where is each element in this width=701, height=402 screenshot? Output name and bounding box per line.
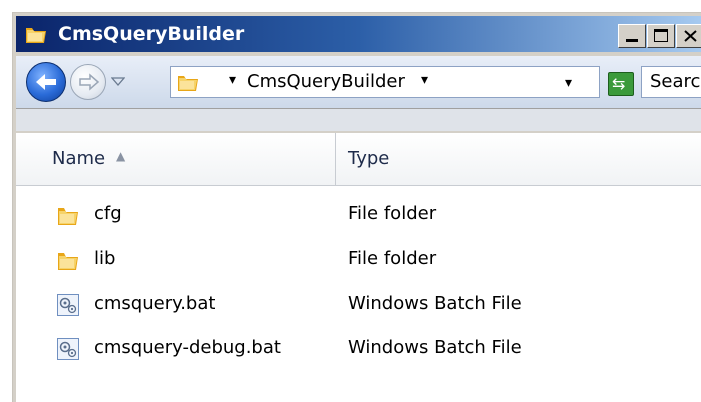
address-history-dropdown-icon[interactable]: ▾: [565, 75, 572, 91]
column-headers: Name ▲ Type: [16, 133, 701, 186]
close-icon: [684, 30, 697, 42]
folder-icon: [26, 28, 46, 43]
refresh-icon: ⇆: [612, 74, 626, 93]
column-header-label: Name: [52, 148, 106, 169]
column-header-type[interactable]: Type: [336, 133, 701, 185]
maximize-button[interactable]: [647, 24, 675, 48]
minimize-button[interactable]: [618, 24, 646, 48]
sort-ascending-icon: ▲: [116, 149, 126, 163]
file-name: cmsquery.bat: [94, 293, 216, 314]
breadcrumb-item[interactable]: CmsQueryBuilder: [247, 71, 405, 92]
file-name: cfg: [94, 203, 122, 224]
explorer-window: CmsQueryBuilder ▾ CmsQueryBuilder ▾ ▾ ⇆ …: [12, 12, 701, 402]
file-type: Windows Batch File: [348, 293, 522, 314]
file-type: Windows Batch File: [348, 337, 522, 358]
file-name: cmsquery-debug.bat: [94, 337, 281, 358]
column-header-label: Type: [348, 148, 390, 169]
title-bar[interactable]: CmsQueryBuilder: [16, 16, 701, 52]
minimize-icon: [626, 39, 638, 42]
file-row[interactable]: cmsquery-debug.bat Windows Batch File: [16, 329, 701, 369]
file-row[interactable]: cmsquery.bat Windows Batch File: [16, 285, 701, 325]
file-list: Name ▲ Type cfg File folder lib File fol…: [16, 133, 701, 402]
close-button[interactable]: [676, 24, 701, 48]
folder-icon: [58, 208, 78, 225]
search-box[interactable]: [641, 66, 701, 98]
history-dropdown-icon[interactable]: [111, 77, 125, 87]
file-type: File folder: [348, 248, 437, 269]
search-input[interactable]: [650, 71, 701, 92]
back-arrow-icon: [36, 74, 56, 90]
forward-arrow-icon: [79, 73, 100, 91]
back-button[interactable]: [26, 62, 66, 102]
folder-icon: [58, 253, 78, 270]
address-bar[interactable]: ▾ CmsQueryBuilder ▾ ▾: [170, 66, 600, 98]
window-title: CmsQueryBuilder: [58, 23, 245, 45]
file-row[interactable]: lib File folder: [16, 240, 701, 280]
file-type: File folder: [348, 203, 437, 224]
breadcrumb-separator-icon[interactable]: ▾: [229, 72, 236, 88]
command-bar: [16, 109, 701, 131]
forward-button[interactable]: [70, 64, 106, 100]
folder-icon: [178, 76, 198, 91]
file-name: lib: [94, 248, 116, 269]
refresh-button[interactable]: ⇆: [608, 72, 634, 96]
breadcrumb-dropdown-icon[interactable]: ▾: [421, 72, 428, 88]
batch-file-icon: [57, 294, 79, 316]
maximize-icon: [654, 29, 668, 42]
column-header-name[interactable]: Name ▲: [16, 133, 336, 185]
file-row[interactable]: cfg File folder: [16, 195, 701, 235]
batch-file-icon: [57, 338, 79, 360]
navigation-bar: ▾ CmsQueryBuilder ▾ ▾ ⇆: [16, 56, 701, 109]
